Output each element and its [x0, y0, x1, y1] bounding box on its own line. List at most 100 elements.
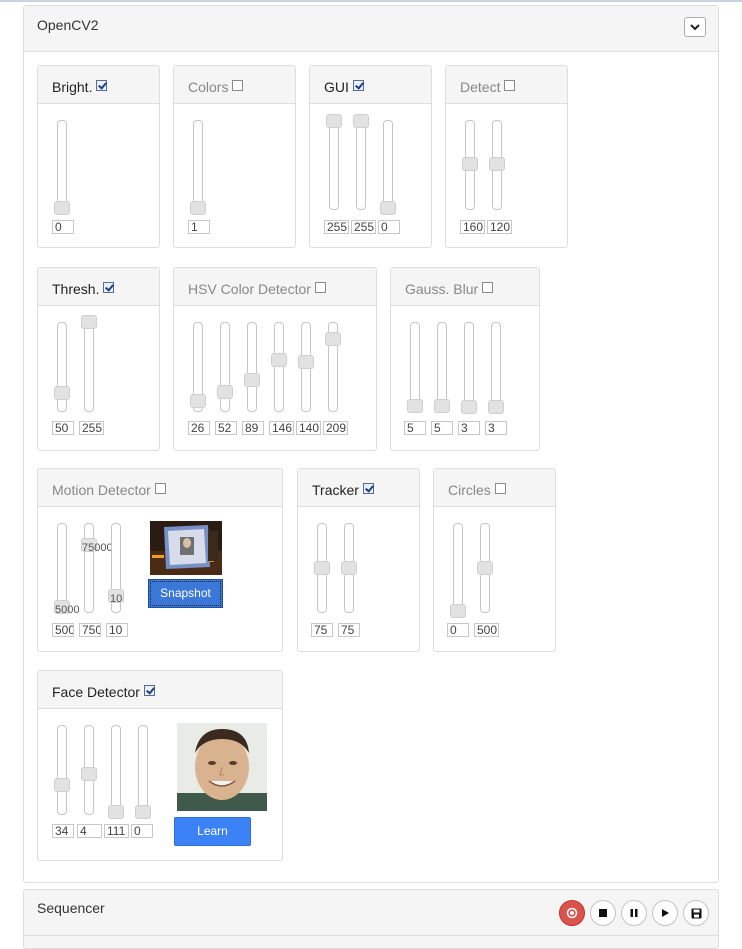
hsv-value-1[interactable]: 26 — [188, 421, 210, 435]
gauss-slider-2-handle[interactable] — [434, 399, 450, 413]
bright-slider-1[interactable] — [57, 120, 67, 210]
face-slider-4[interactable] — [138, 725, 148, 815]
thresh-slider-2-handle[interactable] — [81, 315, 97, 329]
gauss-enable-checkbox[interactable] — [482, 282, 494, 293]
hsv-value-4[interactable]: 146 — [269, 421, 294, 435]
hsv-value-3[interactable]: 89 — [242, 421, 264, 435]
gauss-slider-3[interactable] — [464, 322, 474, 412]
hsv-slider-1-handle[interactable] — [190, 394, 206, 408]
hsv-value-6[interactable]: 209 — [323, 421, 348, 435]
gui-slider-1-handle[interactable] — [326, 114, 342, 128]
detect-filter-title: Detect — [460, 79, 501, 95]
gui-value-2[interactable]: 255 — [351, 220, 376, 234]
gui-slider-1[interactable] — [329, 120, 339, 210]
face-value-1[interactable]: 34 — [52, 824, 74, 838]
thresh-enable-checkbox[interactable] — [103, 282, 115, 293]
play-button[interactable] — [652, 900, 678, 926]
gui-value-1[interactable]: 255 — [324, 220, 349, 234]
face-slider-3-handle[interactable] — [108, 805, 124, 819]
tracker-enable-checkbox[interactable] — [362, 483, 374, 494]
motion-enable-checkbox[interactable] — [154, 483, 166, 494]
tracker-value-1[interactable]: 75 — [311, 623, 333, 637]
hsv-slider-4[interactable] — [274, 322, 284, 412]
collapse-button[interactable] — [684, 17, 706, 37]
face-value-2[interactable]: 4 — [77, 824, 102, 838]
tracker-filter-title: Tracker — [312, 482, 359, 498]
hsv-slider-5-handle[interactable] — [298, 355, 314, 369]
hsv-slider-4-handle[interactable] — [271, 353, 287, 367]
colors-slider-1[interactable] — [193, 120, 203, 210]
thresh-value-2[interactable]: 255 — [79, 421, 104, 435]
motion-filter-title: Motion Detector — [52, 482, 151, 498]
bright-value-1[interactable]: 0 — [52, 220, 74, 234]
colors-value-1[interactable]: 1 — [188, 220, 210, 234]
hsv-slider-3[interactable] — [247, 322, 257, 412]
gui-slider-2[interactable] — [356, 120, 366, 210]
face-enable-checkbox[interactable] — [143, 685, 155, 696]
circles-value-2[interactable]: 500 — [474, 623, 499, 637]
face-slider-4-handle[interactable] — [135, 805, 151, 819]
hsv-slider-3-handle[interactable] — [244, 373, 260, 387]
face-slider-3[interactable] — [111, 725, 121, 815]
gauss-value-3[interactable]: 3 — [458, 421, 480, 435]
gauss-value-4[interactable]: 3 — [485, 421, 507, 435]
tracker-slider-2-handle[interactable] — [341, 561, 357, 575]
gauss-value-2[interactable]: 5 — [431, 421, 453, 435]
gauss-slider-3-handle[interactable] — [461, 400, 477, 414]
gui-slider-3-handle[interactable] — [380, 201, 396, 215]
gui-value-3[interactable]: 0 — [378, 220, 400, 234]
chevron-down-icon — [690, 23, 700, 30]
motion-value-1[interactable]: 500 — [52, 623, 74, 637]
detect-enable-checkbox[interactable] — [504, 80, 516, 91]
hsv-value-5[interactable]: 140 — [296, 421, 321, 435]
hsv-enable-checkbox[interactable] — [314, 282, 326, 293]
hsv-slider-6-handle[interactable] — [325, 332, 341, 346]
gauss-slider-1-handle[interactable] — [407, 399, 423, 413]
motion-value-2[interactable]: 750 — [79, 623, 101, 637]
gui-slider-3[interactable] — [383, 120, 393, 210]
record-button[interactable] — [559, 900, 585, 926]
detect-slider-1-handle[interactable] — [462, 157, 478, 171]
face-slider-1-handle[interactable] — [54, 778, 70, 792]
gui-enable-checkbox[interactable] — [352, 80, 364, 91]
face-slider-2-handle[interactable] — [81, 767, 97, 781]
circles-value-1[interactable]: 0 — [447, 623, 469, 637]
bright-enable-checkbox[interactable] — [96, 80, 108, 91]
circles-slider-1[interactable] — [453, 523, 463, 613]
colors-filter-title: Colors — [188, 79, 229, 95]
gauss-slider-4[interactable] — [491, 322, 501, 412]
tracker-slider-1-handle[interactable] — [314, 561, 330, 575]
motion-value-3[interactable]: 10 — [106, 623, 128, 637]
thresh-value-1[interactable]: 50 — [52, 421, 74, 435]
face-value-4[interactable]: 0 — [131, 824, 153, 838]
gauss-value-1[interactable]: 5 — [404, 421, 426, 435]
colors-slider-1-handle[interactable] — [190, 201, 206, 215]
detect-value-1[interactable]: 160 — [460, 220, 485, 234]
motion-slider-2[interactable] — [84, 523, 94, 613]
circles-enable-checkbox[interactable] — [494, 483, 506, 494]
gauss-slider-4-handle[interactable] — [488, 400, 504, 414]
bright-slider-1-handle[interactable] — [54, 201, 70, 215]
circles-slider-1-handle[interactable] — [450, 604, 466, 618]
circles-slider-2-handle[interactable] — [477, 561, 493, 575]
hsv-value-2[interactable]: 52 — [215, 421, 237, 435]
top-border — [0, 0, 742, 2]
detect-value-2[interactable]: 120 — [487, 220, 512, 234]
save-button[interactable] — [683, 900, 709, 926]
thresh-slider-1-handle[interactable] — [54, 386, 70, 400]
stop-button[interactable] — [590, 900, 616, 926]
learn-button[interactable]: Learn — [174, 817, 251, 846]
motion-slider-3-handle-label: 10 — [110, 593, 123, 605]
motion-slider-2-handle-label: 75000 — [82, 542, 113, 554]
snapshot-button[interactable]: Snapshot — [148, 579, 223, 608]
pause-button[interactable] — [621, 900, 647, 926]
face-slider-1[interactable] — [57, 725, 67, 815]
hsv-slider-2-handle[interactable] — [217, 385, 233, 399]
face-value-3[interactable]: 111 — [104, 824, 129, 838]
colors-enable-checkbox[interactable] — [232, 80, 244, 91]
tracker-value-2[interactable]: 75 — [338, 623, 360, 637]
gui-slider-2-handle[interactable] — [353, 114, 369, 128]
thresh-slider-2[interactable] — [84, 322, 94, 412]
detect-slider-2-handle[interactable] — [489, 157, 505, 171]
thresh-filter-title: Thresh. — [52, 281, 100, 297]
